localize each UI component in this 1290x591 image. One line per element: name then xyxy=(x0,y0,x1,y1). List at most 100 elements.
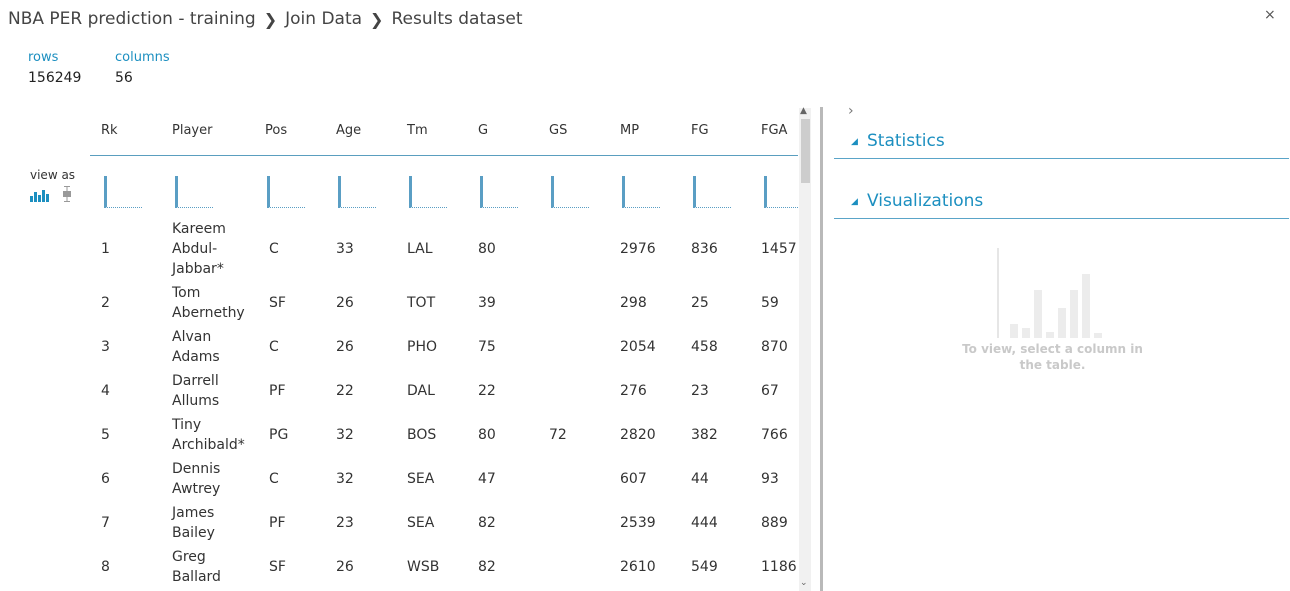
table-cell-fg: 382 xyxy=(691,427,718,443)
table-cell-mp: 2539 xyxy=(620,515,656,531)
close-button[interactable]: × xyxy=(1264,7,1276,23)
column-header-tm[interactable]: Tm xyxy=(407,123,428,138)
player-name-line: Abdul- xyxy=(172,241,218,257)
chevron-right-icon: ❯ xyxy=(370,9,384,29)
table-cell-rk: 7 xyxy=(101,515,110,531)
view-as-toggle xyxy=(30,186,72,206)
boxplot-icon[interactable] xyxy=(62,186,72,206)
column-header-fg[interactable]: FG xyxy=(691,123,709,138)
table-cell-age: 33 xyxy=(336,241,354,257)
breadcrumb: NBA PER prediction - training ❯ Join Dat… xyxy=(8,9,523,29)
breadcrumb-item-module[interactable]: Join Data xyxy=(285,9,362,29)
view-as-label: view as xyxy=(30,168,76,182)
column-histogram-g[interactable] xyxy=(480,176,518,208)
column-histogram-gs[interactable] xyxy=(551,176,589,208)
table-cell-player: Greg Ballard xyxy=(172,547,221,587)
table-cell-tm: PHO xyxy=(407,339,437,355)
table-cell-tm: SEA xyxy=(407,471,435,487)
table-cell-tm: TOT xyxy=(407,295,436,311)
table-cell-fg: 549 xyxy=(691,559,718,575)
table-cell-fga: 1186 xyxy=(761,559,797,575)
column-header-rk[interactable]: Rk xyxy=(101,123,118,138)
column-histogram-tm[interactable] xyxy=(409,176,447,208)
table-cell-rk: 3 xyxy=(101,339,110,355)
player-name-line: Tom xyxy=(172,285,201,301)
table-cell-pos: SF xyxy=(269,295,286,311)
chevron-right-icon: ❯ xyxy=(263,9,278,29)
table-cell-pos: PF xyxy=(269,515,286,531)
column-header-age[interactable]: Age xyxy=(336,123,361,138)
collapse-triangle-icon: ◢ xyxy=(851,197,858,207)
player-name-line: Awtrey xyxy=(172,481,221,497)
breadcrumb-item-dataset: Results dataset xyxy=(391,9,523,29)
table-cell-fg: 836 xyxy=(691,241,718,257)
table-cell-g: 47 xyxy=(478,471,496,487)
column-histogram-fg[interactable] xyxy=(693,176,731,208)
table-cell-g: 80 xyxy=(478,427,496,443)
player-name-line: James xyxy=(172,505,215,521)
visualizations-section-header[interactable]: ◢ Visualizations xyxy=(834,187,1289,219)
table-cell-fg: 444 xyxy=(691,515,718,531)
breadcrumb-item-experiment[interactable]: NBA PER prediction - training xyxy=(8,9,256,29)
table-cell-player: Tom Abernethy xyxy=(172,283,245,323)
columns-summary: columns 56 xyxy=(115,50,170,86)
column-histogram-player[interactable] xyxy=(175,176,213,208)
player-name-line: Abernethy xyxy=(172,305,245,321)
panel-splitter[interactable] xyxy=(820,107,823,591)
scroll-up-arrow-icon[interactable]: ▲ xyxy=(800,106,807,116)
player-name-line: Allums xyxy=(172,393,220,409)
column-histogram-pos[interactable] xyxy=(267,176,305,208)
scrollbar-thumb[interactable] xyxy=(801,119,810,183)
table-cell-player: Darrell Allums xyxy=(172,371,219,411)
player-name-line: Alvan xyxy=(172,329,212,345)
table-cell-tm: SEA xyxy=(407,515,435,531)
columns-label: columns xyxy=(115,50,170,65)
table-cell-rk: 2 xyxy=(101,295,110,311)
table-cell-g: 80 xyxy=(478,241,496,257)
column-header-pos[interactable]: Pos xyxy=(265,123,287,138)
column-header-gs[interactable]: GS xyxy=(549,123,567,138)
column-header-fga[interactable]: FGA xyxy=(761,123,787,138)
table-cell-age: 22 xyxy=(336,383,354,399)
chevron-right-icon[interactable]: › xyxy=(848,103,854,119)
table-cell-mp: 276 xyxy=(620,383,647,399)
player-name-line: Bailey xyxy=(172,525,215,541)
table-cell-age: 26 xyxy=(336,559,354,575)
table-cell-fg: 23 xyxy=(691,383,709,399)
table-cell-fga: 67 xyxy=(761,383,779,399)
table-cell-g: 82 xyxy=(478,559,496,575)
scroll-down-arrow-icon[interactable]: ⌄ xyxy=(800,578,808,588)
table-cell-fg: 44 xyxy=(691,471,709,487)
histogram-icon[interactable] xyxy=(30,187,50,206)
table-cell-age: 32 xyxy=(336,471,354,487)
column-histogram-mp[interactable] xyxy=(622,176,660,208)
table-cell-player: James Bailey xyxy=(172,503,215,543)
column-histogram-age[interactable] xyxy=(338,176,376,208)
table-cell-pos: SF xyxy=(269,559,286,575)
placeholder-chart-icon xyxy=(996,248,1106,340)
table-cell-mp: 2820 xyxy=(620,427,656,443)
table-cell-rk: 1 xyxy=(101,241,110,257)
player-name-line: Greg xyxy=(172,549,206,565)
player-name-line: Adams xyxy=(172,349,220,365)
table-cell-player: Kareem Abdul- Jabbar* xyxy=(172,219,226,279)
data-table: Rk Player Pos Age Tm G GS MP FG FGA 1 Kar… xyxy=(90,108,798,591)
table-cell-rk: 8 xyxy=(101,559,110,575)
player-name-line: Jabbar* xyxy=(172,261,224,277)
table-cell-g: 75 xyxy=(478,339,496,355)
table-cell-mp: 2976 xyxy=(620,241,656,257)
column-histogram-fga[interactable] xyxy=(764,176,798,208)
statistics-section-header[interactable]: ◢ Statistics xyxy=(834,127,1289,159)
player-name-line: Archibald* xyxy=(172,437,245,453)
table-cell-tm: BOS xyxy=(407,427,437,443)
table-cell-fga: 1457 xyxy=(761,241,797,257)
column-header-mp[interactable]: MP xyxy=(620,123,639,138)
table-cell-rk: 6 xyxy=(101,471,110,487)
column-header-player[interactable]: Player xyxy=(172,123,212,138)
table-cell-mp: 2054 xyxy=(620,339,656,355)
table-cell-pos: C xyxy=(269,471,279,487)
rows-label: rows xyxy=(28,50,59,65)
column-header-g[interactable]: G xyxy=(478,123,488,138)
table-cell-rk: 4 xyxy=(101,383,110,399)
column-histogram-rk[interactable] xyxy=(104,176,142,208)
